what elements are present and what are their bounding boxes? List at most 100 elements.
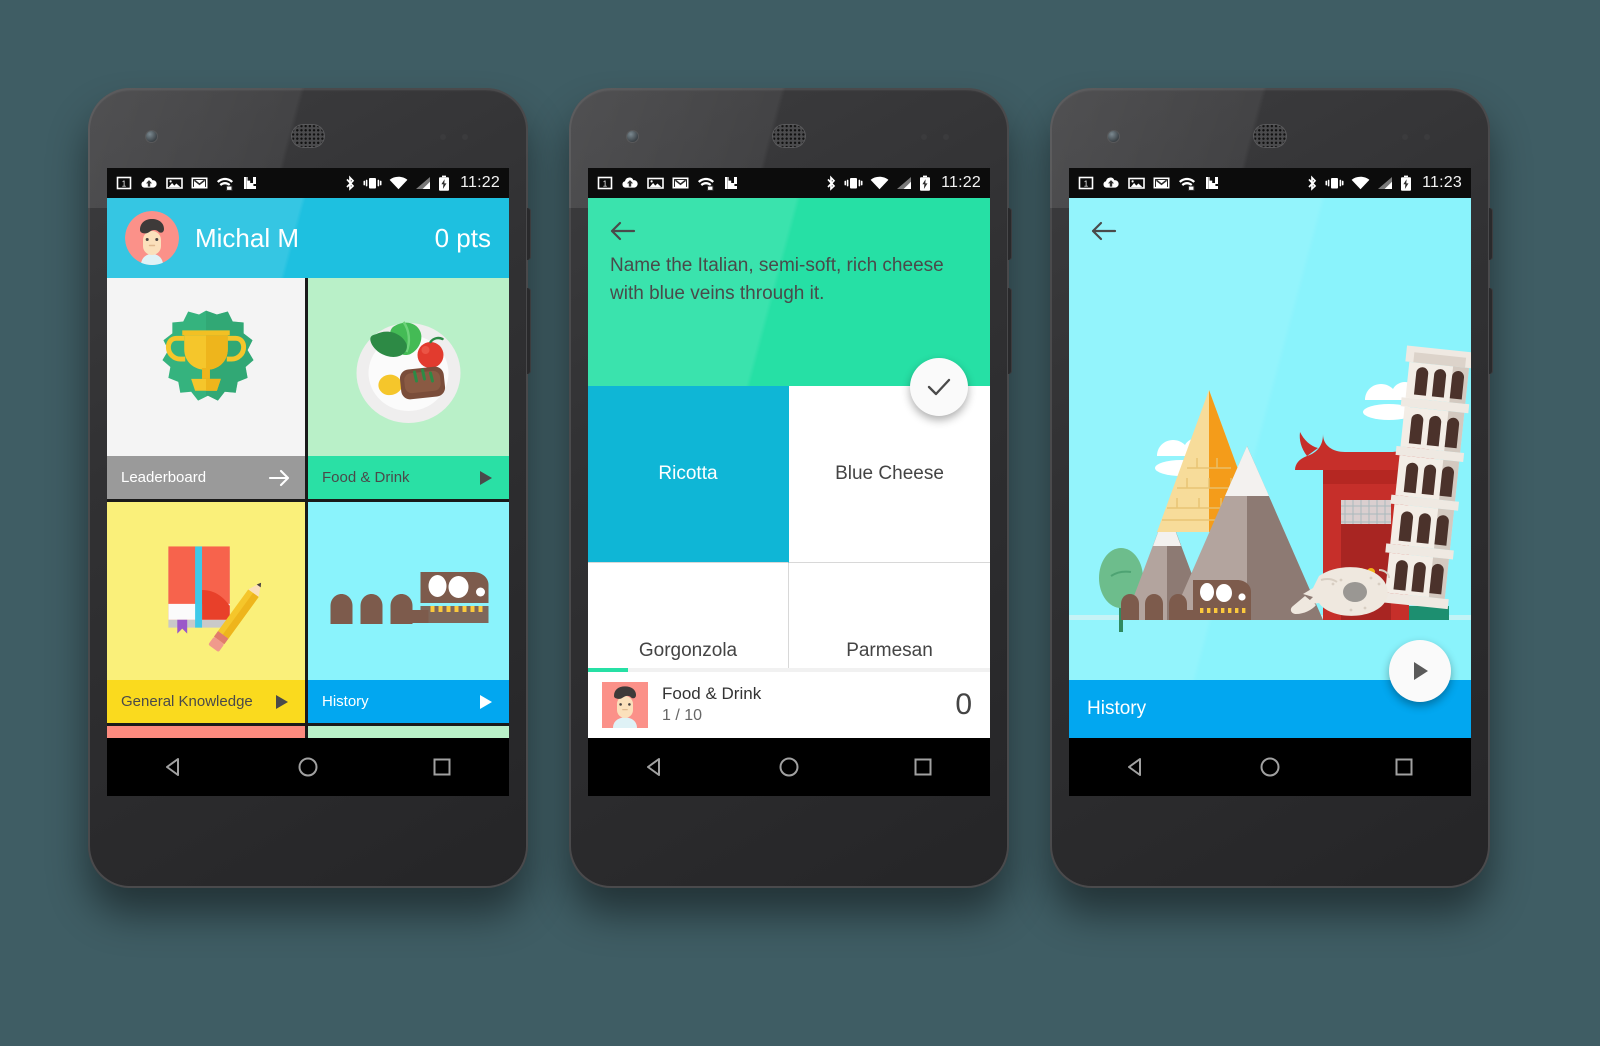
user-header[interactable]: Michal M 0 pts [107, 198, 509, 278]
bluetooth-icon [346, 174, 355, 191]
status-clock: 11:22 [460, 174, 500, 191]
play-icon [480, 694, 492, 709]
quiz-progress-bar [588, 668, 990, 672]
status-clock: 11:23 [1422, 174, 1462, 191]
phone-home: 1 11:22 Michal M 0 pts Leaderboard Food … [88, 88, 531, 888]
signal-icon [416, 176, 431, 189]
tile-leaderboard[interactable]: Leaderboard [107, 278, 308, 499]
tile-food-drink[interactable]: Food & Drink [308, 278, 509, 499]
tile-food-drink-label: Food & Drink [322, 469, 410, 486]
history-category-screen: History [1069, 198, 1471, 738]
app-icon [725, 177, 737, 189]
recents-square-icon[interactable] [1391, 754, 1417, 780]
back-triangle-icon[interactable] [642, 754, 668, 780]
gmail-icon [191, 177, 208, 189]
home-circle-icon[interactable] [295, 754, 321, 780]
wifi-icon [389, 176, 408, 189]
tile-history[interactable]: History [308, 502, 509, 723]
power-button[interactable] [527, 208, 531, 260]
answer-option-2[interactable]: Blue Cheese [789, 386, 990, 563]
question-view: Name the Italian, semi-soft, rich cheese… [588, 198, 990, 738]
status-bar-notifications: 1 [597, 175, 825, 191]
play-icon [1414, 662, 1428, 680]
status-bar-notifications: 1 [116, 175, 344, 191]
proximity-sensors [1402, 134, 1438, 140]
home-circle-icon[interactable] [776, 754, 802, 780]
svg-text:1: 1 [603, 179, 608, 188]
proximity-sensors [440, 134, 476, 140]
quiz-footer: Food & Drink 1 / 10 0 [588, 668, 990, 738]
category-grid: Leaderboard Food & Drink General Knowled… [107, 278, 509, 738]
tile-general-knowledge-bar[interactable]: General Knowledge [107, 680, 305, 723]
answer-option-1[interactable]: Ricotta [588, 386, 789, 563]
plate-of-food-icon [308, 278, 509, 456]
back-arrow-icon[interactable] [1091, 220, 1117, 242]
tile-history-label: History [322, 693, 369, 710]
recents-square-icon[interactable] [910, 754, 936, 780]
battery-charging-icon [920, 175, 931, 191]
svg-text:1: 1 [122, 179, 127, 188]
volume-button[interactable] [1489, 288, 1493, 374]
answer-label: Parmesan [846, 640, 933, 661]
question-text: Name the Italian, semi-soft, rich cheese… [610, 255, 944, 304]
answer-label: Ricotta [658, 463, 718, 484]
home-circle-icon[interactable] [1257, 754, 1283, 780]
android-nav-bar [107, 738, 509, 796]
front-camera-icon [146, 131, 157, 142]
wifi-icon [1351, 176, 1370, 189]
dinosaur-skeleton-icon [308, 502, 509, 680]
sim-card-icon: 1 [597, 176, 613, 190]
photo-icon [647, 177, 664, 189]
bluetooth-icon [827, 174, 836, 191]
cloud-upload-icon [622, 177, 638, 188]
volume-button[interactable] [1008, 288, 1012, 374]
trophy-badge-icon [107, 278, 305, 456]
back-triangle-icon[interactable] [161, 754, 187, 780]
wifi-icon [870, 176, 889, 189]
cloud-upload-icon [141, 177, 157, 188]
volume-button[interactable] [527, 288, 531, 374]
photo-icon [1128, 177, 1145, 189]
phone-question: 1 11:22 Name the Italian, semi-soft, ric… [569, 88, 1012, 888]
wifi-sync-icon [217, 177, 233, 191]
back-arrow-icon[interactable] [610, 220, 636, 242]
answer-label: Gorgonzola [638, 640, 738, 661]
vibrate-icon [844, 178, 863, 189]
tile-food-drink-bar[interactable]: Food & Drink [308, 456, 509, 499]
status-bar-system: 11:22 [344, 174, 500, 192]
recents-square-icon[interactable] [429, 754, 455, 780]
tile-leaderboard-bar[interactable]: Leaderboard [107, 456, 305, 499]
status-bar-system: 11:23 [1306, 174, 1462, 192]
play-icon [276, 694, 288, 709]
gmail-icon [672, 177, 689, 189]
status-bar: 1 11:22 [107, 168, 509, 198]
answer-label: Blue Cheese [835, 463, 944, 484]
tile-general-knowledge[interactable]: General Knowledge [107, 502, 308, 723]
start-quiz-fab[interactable] [1389, 640, 1451, 702]
back-triangle-icon[interactable] [1123, 754, 1149, 780]
android-nav-bar [1069, 738, 1471, 796]
tile-stub-2[interactable] [308, 726, 509, 738]
bluetooth-icon [1308, 174, 1317, 191]
power-button[interactable] [1008, 208, 1012, 260]
tile-stub-1[interactable] [107, 726, 308, 738]
username: Michal M [195, 222, 300, 253]
confirm-answer-fab[interactable] [910, 358, 968, 416]
battery-charging-icon [439, 175, 450, 191]
tile-history-bar[interactable]: History [308, 680, 509, 723]
category-view: History [1069, 198, 1471, 738]
avatar [125, 211, 179, 265]
battery-charging-icon [1401, 175, 1412, 191]
check-icon [927, 378, 951, 396]
status-bar-notifications: 1 [1078, 175, 1306, 191]
status-bar: 1 11:22 [588, 168, 990, 198]
vibrate-icon [1325, 178, 1344, 189]
tile-leaderboard-label: Leaderboard [121, 469, 207, 486]
footer-progress-label: 1 / 10 [662, 707, 703, 724]
vibrate-icon [363, 178, 382, 189]
earpiece-speaker [291, 124, 325, 148]
sim-card-icon: 1 [116, 176, 132, 190]
svg-text:1: 1 [1084, 179, 1089, 188]
power-button[interactable] [1489, 208, 1493, 260]
arrow-right-icon [269, 469, 290, 486]
